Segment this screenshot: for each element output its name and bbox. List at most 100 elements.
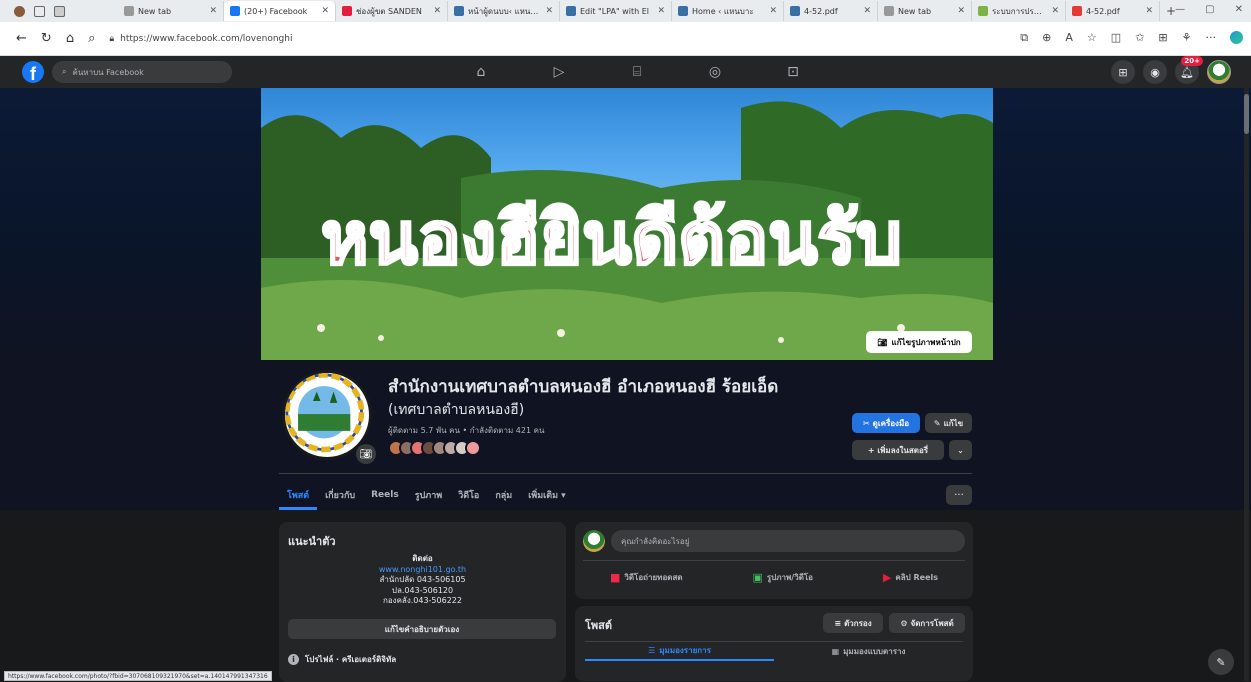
post-composer: คุณกำลังคิดอะไรอยู่ ■ วิดีโอถ่ายทอดสด ▣ … — [575, 522, 973, 599]
tab-close-icon[interactable]: ✕ — [769, 6, 777, 16]
scrollbar-thumb[interactable] — [1244, 94, 1249, 134]
nav-home-icon[interactable]: ⌂ — [442, 56, 520, 88]
composer-avatar[interactable] — [583, 530, 605, 552]
tab-actions-icon[interactable] — [54, 5, 65, 17]
nav-groups-icon[interactable]: ◎ — [676, 56, 754, 88]
address-tools: ⧉ ⊕ A ☆ ◫ ✩ ⊞ ⚘ ··· — [1020, 31, 1243, 45]
edit-bio-button[interactable]: แก้ไขคำอธิบายตัวเอง — [288, 619, 556, 639]
browser-tab[interactable]: 4-52.pdf ✕ — [1066, 1, 1160, 21]
follower-avatars[interactable] — [388, 440, 481, 456]
tab-photos[interactable]: รูปภาพ — [407, 480, 450, 510]
read-aloud-icon[interactable]: A — [1065, 31, 1073, 45]
notification-badge: 20+ — [1181, 56, 1203, 66]
nav-marketplace-icon[interactable]: ⌸ — [598, 56, 676, 88]
browser-tab[interactable]: 4-52.pdf ✕ — [784, 1, 878, 21]
search-placeholder: ค้นหาบน Facebook — [72, 67, 144, 77]
edit-page-button[interactable]: ✎ แก้ไข — [925, 413, 972, 433]
menu-grid-icon[interactable]: ⊞ — [1111, 60, 1135, 84]
favorite-star-icon[interactable]: ☆ — [1087, 31, 1097, 45]
edit-cover-label: แก้ไขรูปภาพหน้าปก — [891, 337, 961, 347]
tab-close-icon[interactable]: ✕ — [957, 6, 965, 16]
tabs-more-button[interactable]: ··· — [946, 485, 972, 505]
minimize-icon[interactable]: — — [1175, 4, 1185, 15]
facebook-search[interactable]: ⌕ ค้นหาบน Facebook — [52, 61, 232, 83]
zoom-icon[interactable]: ⊕ — [1042, 31, 1051, 45]
more-actions-button[interactable]: ⌄ — [949, 440, 972, 460]
more-menu-icon[interactable]: ··· — [1206, 31, 1217, 45]
browser-tab[interactable]: Edit "LPA" with El ✕ — [560, 1, 672, 21]
live-video-button[interactable]: ■ วิดีโอถ่ายทอดสด — [610, 566, 683, 588]
view-tools-button[interactable]: ✂ ดูเครื่องมือ — [852, 413, 920, 433]
nav-video-icon[interactable]: ▷ — [520, 56, 598, 88]
copilot-icon[interactable] — [1230, 31, 1243, 44]
filter-button[interactable]: ≡ ตัวกรอง — [823, 613, 883, 633]
follower-count[interactable]: ผู้ติดตาม 5.7 พัน คน • กำลังติดตาม 421 ค… — [388, 424, 544, 437]
url-field[interactable]: 🔒︎ https://www.facebook.com/lovenonghi — [109, 34, 809, 44]
grid-view-tab[interactable]: ▦ มุมมองแบบตาราง — [774, 642, 963, 661]
profile-category: โปรไฟล์ · ครีเอเตอร์ดิจิทัล — [305, 655, 397, 664]
window-controls: — ▢ ✕ — [1175, 4, 1243, 15]
collections-icon[interactable]: ⊞ — [1158, 31, 1167, 45]
tab-close-icon[interactable]: ✕ — [1145, 6, 1153, 16]
refresh-icon[interactable]: ↻ — [41, 31, 52, 46]
workspaces-icon[interactable] — [34, 5, 45, 17]
favorites-icon[interactable]: ✩ — [1135, 31, 1144, 45]
extension-icon[interactable]: ⚘ — [1182, 31, 1192, 45]
tab-about[interactable]: เกี่ยวกับ — [317, 480, 363, 510]
follower-avatar[interactable] — [465, 440, 481, 456]
photo-video-label: รูปภาพ/วิดีโอ — [766, 572, 813, 582]
tab-more[interactable]: เพิ่มเติม ▾ — [520, 480, 573, 510]
tab-close-icon[interactable]: ✕ — [545, 6, 553, 16]
messenger-icon[interactable]: ◉ — [1143, 60, 1167, 84]
tab-title: ระบบการประเมินประ — [992, 6, 1045, 16]
manage-posts-button[interactable]: ⚙ จัดการโพสต์ — [889, 613, 965, 633]
facebook-logo[interactable]: f — [22, 61, 44, 83]
camera-icon: 📷︎ — [877, 337, 888, 347]
tab-videos[interactable]: วิดีโอ — [450, 480, 487, 510]
reels-button[interactable]: ▶ คลิป Reels — [883, 566, 938, 588]
browser-tab[interactable]: ระบบการประเมินประ ✕ — [972, 1, 1066, 21]
tab-close-icon[interactable]: ✕ — [657, 6, 665, 16]
home-icon[interactable]: ⌂ — [66, 31, 74, 46]
cover-photo[interactable]: หนองฮียินดีต้อนรับ — [261, 88, 993, 360]
add-to-story-button[interactable]: + เพิ่มลงในสตอรี่ — [852, 440, 944, 460]
browser-tab[interactable]: (20+) Facebook ✕ — [224, 1, 336, 21]
browser-tab[interactable]: หน้าผู้ดนบบ‹ แหนบาะ ✕ — [448, 1, 560, 21]
website-link[interactable]: www.nonghi101.go.th — [279, 565, 566, 576]
tab-reels[interactable]: Reels — [363, 480, 407, 510]
app-available-icon[interactable]: ⧉ — [1020, 31, 1028, 45]
tab-close-icon[interactable]: ✕ — [321, 6, 329, 16]
restore-icon[interactable]: ▢ — [1205, 4, 1214, 15]
back-icon[interactable]: ← — [16, 31, 27, 46]
tab-groups[interactable]: กลุ่ม — [487, 480, 520, 510]
composer-input[interactable]: คุณกำลังคิดอะไรอยู่ — [611, 530, 965, 552]
nav-gaming-icon[interactable]: ⊡ — [754, 56, 832, 88]
tab-title: (20+) Facebook — [244, 6, 308, 16]
edit-cover-button[interactable]: 📷︎ แก้ไขรูปภาพหน้าปก — [866, 331, 972, 353]
page-scrollbar[interactable] — [1244, 88, 1249, 681]
close-icon[interactable]: ✕ — [1235, 4, 1243, 15]
tab-title: New tab — [138, 6, 172, 16]
tab-favicon-icon — [1072, 6, 1082, 16]
change-profile-photo-icon[interactable]: 📷︎ — [356, 444, 376, 464]
list-view-tab[interactable]: ☰ มุมมองรายการ — [585, 642, 774, 661]
profile-icon[interactable] — [14, 5, 25, 17]
tab-title: หน้าผู้ดนบบ‹ แหนบาะ — [468, 6, 539, 16]
photo-video-button[interactable]: ▣ รูปภาพ/วิดีโอ — [752, 566, 813, 588]
account-avatar[interactable] — [1207, 60, 1231, 84]
tab-favicon-icon — [454, 6, 464, 16]
browser-tab[interactable]: ช่องผู้ขต SANDEN ✕ — [336, 1, 448, 21]
tab-posts[interactable]: โพสต์ — [279, 480, 318, 510]
facebook-main-nav: ⌂ ▷ ⌸ ◎ ⊡ — [442, 56, 832, 88]
split-screen-icon[interactable]: ◫ — [1111, 31, 1121, 45]
browser-tab[interactable]: New tab ✕ — [118, 1, 224, 21]
new-message-icon[interactable]: ✎ — [1208, 649, 1234, 675]
search-icon[interactable]: ⌕ — [88, 31, 95, 46]
browser-tab[interactable]: New tab ✕ — [878, 1, 972, 21]
notifications-icon[interactable]: 🔔︎ 20+ — [1175, 56, 1203, 84]
tab-close-icon[interactable]: ✕ — [209, 6, 217, 16]
tab-close-icon[interactable]: ✕ — [433, 6, 441, 16]
browser-tab[interactable]: Home ‹ แหนบาะ ✕ — [672, 1, 784, 21]
tab-close-icon[interactable]: ✕ — [1051, 6, 1059, 16]
tab-close-icon[interactable]: ✕ — [863, 6, 871, 16]
